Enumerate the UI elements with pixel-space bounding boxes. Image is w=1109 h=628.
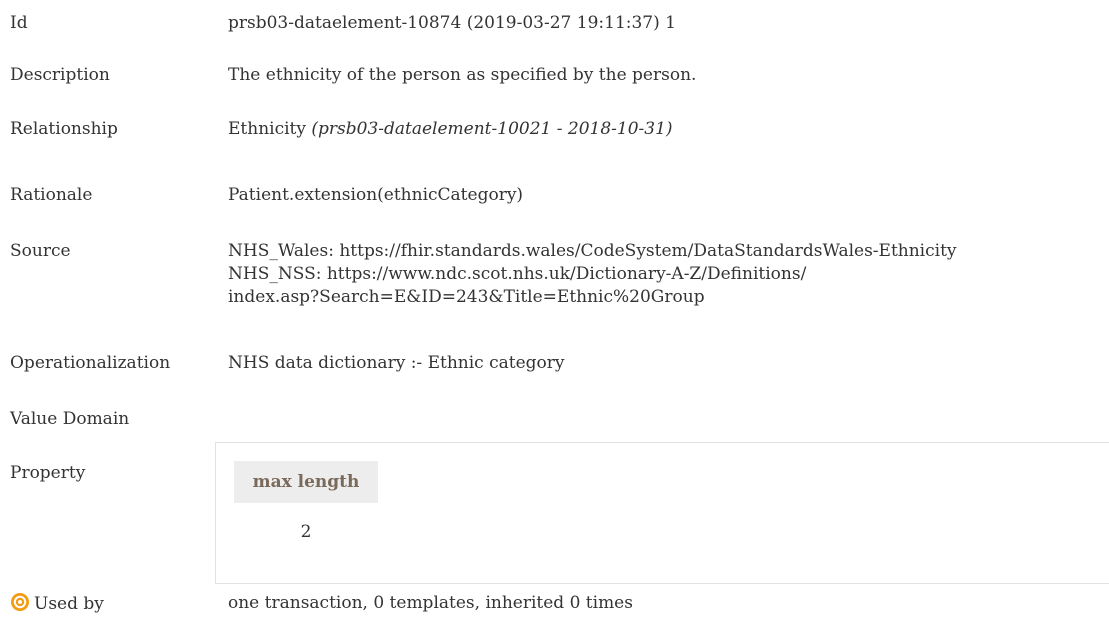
- description-label: Description: [10, 65, 110, 85]
- used-by-label: Used by: [34, 594, 104, 614]
- source-line: NHS_NSS: https://www.ndc.scot.nhs.uk/Dic…: [228, 264, 807, 284]
- used-by-label-wrap: Used by: [10, 592, 104, 616]
- relationship-name: Ethnicity: [228, 119, 306, 139]
- source-value: NHS_Wales: https://fhir.standards.wales/…: [228, 240, 957, 309]
- property-header-max-length: max length: [234, 461, 378, 503]
- target-icon[interactable]: [10, 592, 30, 612]
- property-label: Property: [10, 463, 86, 483]
- rationale-value: Patient.extension(ethnicCategory): [228, 185, 524, 205]
- source-line: NHS_Wales: https://fhir.standards.wales/…: [228, 241, 957, 261]
- id-label: Id: [10, 13, 28, 33]
- relationship-ref: (prsb03-dataelement-10021 - 2018-10-31): [311, 119, 673, 139]
- value-domain-label: Value Domain: [10, 409, 130, 429]
- description-value: The ethnicity of the person as specified…: [228, 65, 697, 85]
- source-line: index.asp?Search=E&ID=243&Title=Ethnic%2…: [228, 287, 705, 307]
- property-value-max-length: 2: [300, 522, 312, 542]
- source-label: Source: [10, 241, 71, 261]
- operationalization-value: NHS data dictionary :- Ethnic category: [228, 353, 565, 373]
- rationale-label: Rationale: [10, 185, 93, 205]
- relationship-value: Ethnicity (prsb03-dataelement-10021 - 20…: [228, 118, 673, 141]
- id-value: prsb03-dataelement-10874 (2019-03-27 19:…: [228, 13, 676, 33]
- relationship-label: Relationship: [10, 119, 118, 139]
- operationalization-label: Operationalization: [10, 353, 171, 373]
- property-table: max length 2: [215, 442, 1109, 584]
- used-by-value: one transaction, 0 templates, inherited …: [228, 593, 633, 613]
